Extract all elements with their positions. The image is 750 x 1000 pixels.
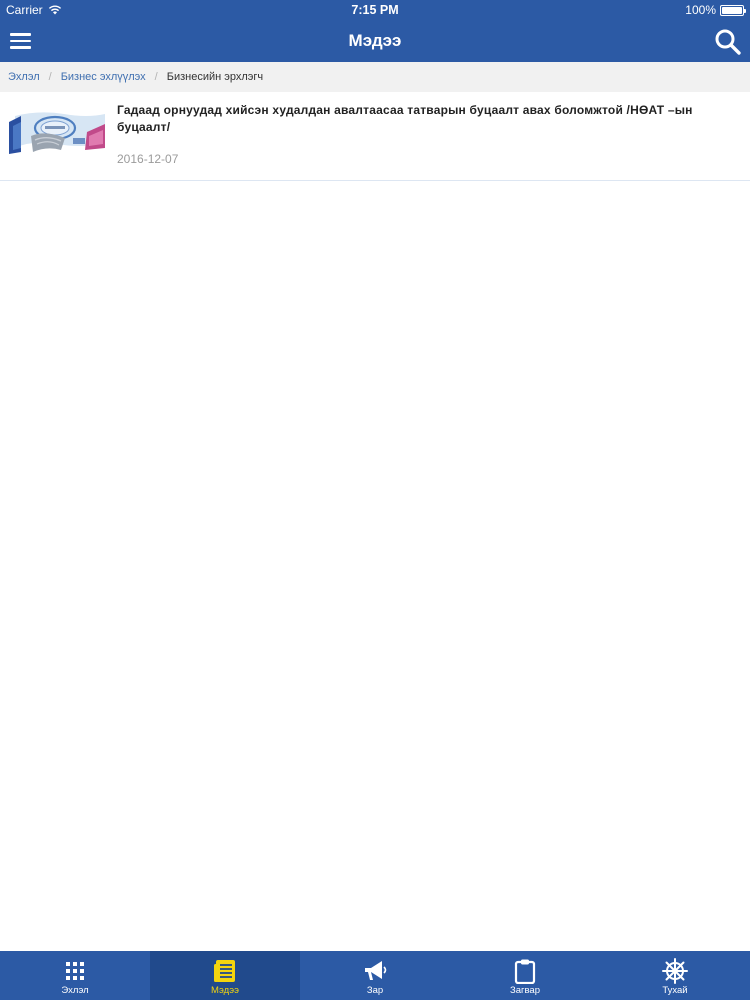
breadcrumb-home[interactable]: Эхлэл bbox=[8, 71, 40, 83]
news-title[interactable]: Гадаад орнуудад хийсэн худалдан авалтаас… bbox=[117, 102, 717, 136]
tab-about[interactable]: Тухай bbox=[600, 951, 750, 1000]
breadcrumb-current: Бизнесийн эрхлэгч bbox=[166, 71, 264, 83]
tab-label: Эхлэл bbox=[61, 985, 89, 996]
grid-icon bbox=[66, 962, 84, 980]
tax-refund-thumbnail bbox=[9, 108, 108, 156]
breadcrumb-start-business[interactable]: Бизнес эхлүүлэх bbox=[61, 71, 146, 83]
tab-home[interactable]: Эхлэл bbox=[0, 951, 150, 1000]
ship-wheel-icon bbox=[662, 958, 688, 984]
tab-label: Зар bbox=[366, 985, 384, 996]
status-bar: Carrier 7:15 PM 100% bbox=[0, 0, 750, 20]
tab-news[interactable]: Мэдээ bbox=[150, 951, 300, 1000]
tab-label: Тухай bbox=[662, 985, 688, 996]
battery-group: 100% bbox=[685, 3, 746, 17]
status-time: 7:15 PM bbox=[351, 3, 399, 17]
news-list-item[interactable]: Гадаад орнуудад хийсэн худалдан авалтаас… bbox=[0, 92, 750, 181]
tab-bar: Эхлэл Мэдээ Зар Загвар Тухай bbox=[0, 951, 750, 1000]
breadcrumb-separator: / bbox=[48, 71, 52, 83]
tab-label: Мэдээ bbox=[210, 985, 239, 996]
breadcrumb: Эхлэл / Бизнес эхлүүлэх / Бизнесийн эрхл… bbox=[0, 62, 750, 92]
nav-bar: Мэдээ bbox=[0, 20, 750, 62]
battery-percent: 100% bbox=[685, 3, 716, 17]
megaphone-icon bbox=[365, 961, 387, 980]
battery-icon bbox=[720, 4, 746, 16]
news-date: 2016-12-07 bbox=[117, 152, 179, 166]
breadcrumb-separator: / bbox=[154, 71, 158, 83]
tab-ads[interactable]: Зар bbox=[300, 951, 450, 1000]
search-icon[interactable] bbox=[714, 28, 742, 56]
tab-label: Загвар bbox=[510, 985, 540, 996]
clipboard-icon bbox=[514, 959, 536, 984]
tab-templates[interactable]: Загвар bbox=[450, 951, 600, 1000]
newspaper-icon bbox=[214, 960, 235, 982]
page-title: Мэдээ bbox=[348, 31, 402, 50]
